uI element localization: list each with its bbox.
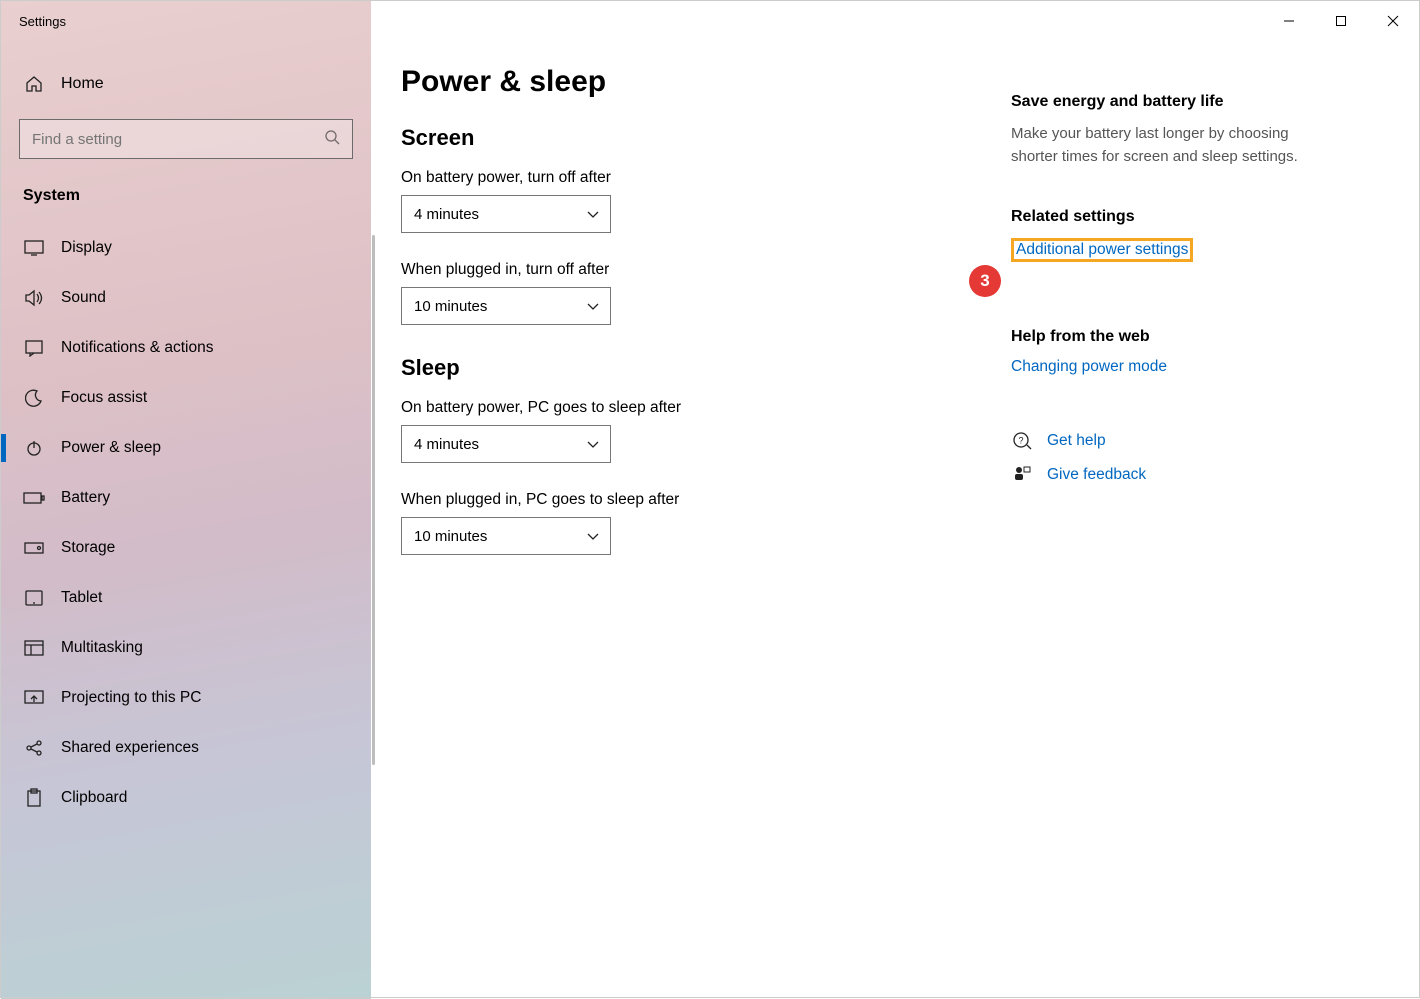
sidebar-item-notifications[interactable]: Notifications & actions — [1, 323, 371, 373]
multitasking-icon — [23, 637, 45, 659]
home-icon — [23, 73, 45, 95]
sleep-plugged-dropdown[interactable]: 10 minutes — [401, 517, 611, 555]
sidebar-section-label: System — [1, 179, 371, 223]
main-content: Power & sleep Screen On battery power, t… — [401, 65, 981, 997]
minimize-button[interactable] — [1263, 6, 1315, 36]
energy-heading: Save energy and battery life — [1011, 93, 1311, 111]
notifications-icon — [23, 337, 45, 359]
nav-label: Shared experiences — [61, 739, 199, 757]
dropdown-value: 10 minutes — [414, 528, 487, 545]
chevron-down-icon — [586, 298, 600, 315]
screen-plugged-label: When plugged in, turn off after — [401, 261, 981, 279]
sleep-plugged-label: When plugged in, PC goes to sleep after — [401, 491, 981, 509]
screen-battery-label: On battery power, turn off after — [401, 169, 981, 187]
nav-label: Battery — [61, 489, 110, 507]
dropdown-value: 10 minutes — [414, 298, 487, 315]
sleep-battery-dropdown[interactable]: 4 minutes — [401, 425, 611, 463]
chevron-down-icon — [586, 528, 600, 545]
sound-icon — [23, 287, 45, 309]
help-heading: Help from the web — [1011, 328, 1311, 346]
power-icon — [23, 437, 45, 459]
maximize-button[interactable] — [1315, 6, 1367, 36]
sidebar-scrollbar[interactable] — [372, 235, 375, 765]
sidebar-item-display[interactable]: Display — [1, 223, 371, 273]
nav-label: Power & sleep — [61, 439, 161, 457]
tablet-icon — [23, 587, 45, 609]
sleep-battery-label: On battery power, PC goes to sleep after — [401, 399, 981, 417]
chevron-down-icon — [586, 206, 600, 223]
close-button[interactable] — [1367, 6, 1419, 36]
sleep-heading: Sleep — [401, 355, 981, 381]
home-label: Home — [61, 75, 104, 93]
sidebar: Home System Display Sound Notifications … — [1, 41, 371, 997]
nav-label: Sound — [61, 289, 106, 307]
battery-icon — [23, 487, 45, 509]
energy-text: Make your battery last longer by choosin… — [1011, 123, 1311, 168]
nav-label: Storage — [61, 539, 115, 557]
page-title: Power & sleep — [401, 65, 981, 99]
display-icon — [23, 237, 45, 259]
screen-heading: Screen — [401, 125, 981, 151]
sidebar-item-tablet[interactable]: Tablet — [1, 573, 371, 623]
give-feedback-link[interactable]: Give feedback — [1047, 466, 1146, 484]
shared-icon — [23, 737, 45, 759]
additional-power-settings-link[interactable]: Additional power settings — [1011, 238, 1193, 262]
dropdown-value: 4 minutes — [414, 206, 479, 223]
sidebar-item-power-sleep[interactable]: Power & sleep — [1, 423, 371, 473]
sidebar-home[interactable]: Home — [1, 61, 371, 113]
aside-panel: Save energy and battery life Make your b… — [1011, 65, 1311, 997]
annotation-badge-3: 3 — [969, 265, 1001, 297]
sidebar-item-projecting[interactable]: Projecting to this PC — [1, 673, 371, 723]
project-icon — [23, 687, 45, 709]
sidebar-item-sound[interactable]: Sound — [1, 273, 371, 323]
nav-label: Display — [61, 239, 112, 257]
nav-label: Clipboard — [61, 789, 127, 807]
nav-label: Tablet — [61, 589, 102, 607]
search-box[interactable] — [19, 119, 353, 159]
window-title: Settings — [1, 14, 66, 29]
related-heading: Related settings — [1011, 208, 1311, 226]
search-input[interactable] — [32, 131, 340, 148]
svg-text:?: ? — [1019, 436, 1024, 446]
search-icon — [324, 129, 340, 149]
dropdown-value: 4 minutes — [414, 436, 479, 453]
moon-icon — [23, 387, 45, 409]
sidebar-item-multitasking[interactable]: Multitasking — [1, 623, 371, 673]
nav-label: Notifications & actions — [61, 339, 214, 357]
nav-label: Focus assist — [61, 389, 147, 407]
clipboard-icon — [23, 787, 45, 809]
sidebar-item-storage[interactable]: Storage — [1, 523, 371, 573]
changing-power-mode-link[interactable]: Changing power mode — [1011, 358, 1167, 376]
nav-label: Multitasking — [61, 639, 143, 657]
screen-battery-dropdown[interactable]: 4 minutes — [401, 195, 611, 233]
get-help-link[interactable]: Get help — [1047, 432, 1106, 450]
nav-label: Projecting to this PC — [61, 689, 201, 707]
feedback-icon — [1011, 464, 1033, 486]
chevron-down-icon — [586, 436, 600, 453]
storage-icon — [23, 537, 45, 559]
sidebar-item-battery[interactable]: Battery — [1, 473, 371, 523]
sidebar-item-focus-assist[interactable]: Focus assist — [1, 373, 371, 423]
sidebar-item-clipboard[interactable]: Clipboard — [1, 773, 371, 823]
get-help-icon: ? — [1011, 430, 1033, 452]
sidebar-item-shared[interactable]: Shared experiences — [1, 723, 371, 773]
titlebar: Settings — [1, 1, 1419, 41]
screen-plugged-dropdown[interactable]: 10 minutes — [401, 287, 611, 325]
